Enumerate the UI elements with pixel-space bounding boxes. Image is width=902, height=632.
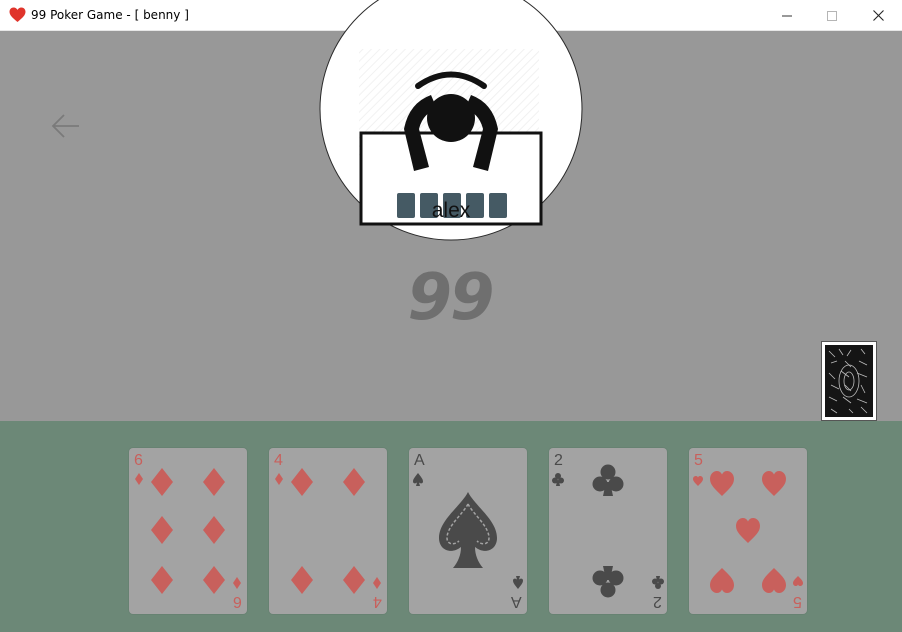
- running-total: 99: [407, 261, 494, 335]
- player-hand: 6 6 4 4 A A 2 2 5 5: [0, 421, 902, 632]
- heart-icon: [9, 7, 26, 22]
- close-icon: [872, 10, 884, 21]
- opponent-seat: alex: [319, 0, 583, 241]
- hand-card[interactable]: 5 5: [689, 448, 807, 614]
- maximize-icon: [827, 10, 837, 21]
- diamond-icon: [135, 468, 241, 594]
- maximize-button[interactable]: [809, 0, 855, 31]
- hand-card[interactable]: 2 2: [549, 448, 667, 614]
- hand-card[interactable]: 4 4: [269, 448, 387, 614]
- spade-icon: [413, 473, 523, 589]
- hand-card[interactable]: A A: [409, 448, 527, 614]
- club-icon: [552, 464, 664, 598]
- diamond-icon: [275, 468, 381, 594]
- game-window: 99 Poker Game - [ benny ] alex 99 6 6 4 …: [0, 0, 902, 632]
- opponent-name: alex: [431, 199, 471, 222]
- window-title: 99 Poker Game - [ benny ]: [31, 8, 189, 22]
- game-table: alex 99: [0, 0, 902, 421]
- hand-card[interactable]: 6 6: [129, 448, 247, 614]
- minimize-button[interactable]: [764, 0, 810, 31]
- close-button[interactable]: [855, 0, 901, 31]
- arrow-left-icon[interactable]: [50, 112, 82, 140]
- minimize-icon: [782, 15, 792, 16]
- heart-suit-icon: [693, 471, 803, 593]
- card-back-icon[interactable]: [821, 341, 877, 421]
